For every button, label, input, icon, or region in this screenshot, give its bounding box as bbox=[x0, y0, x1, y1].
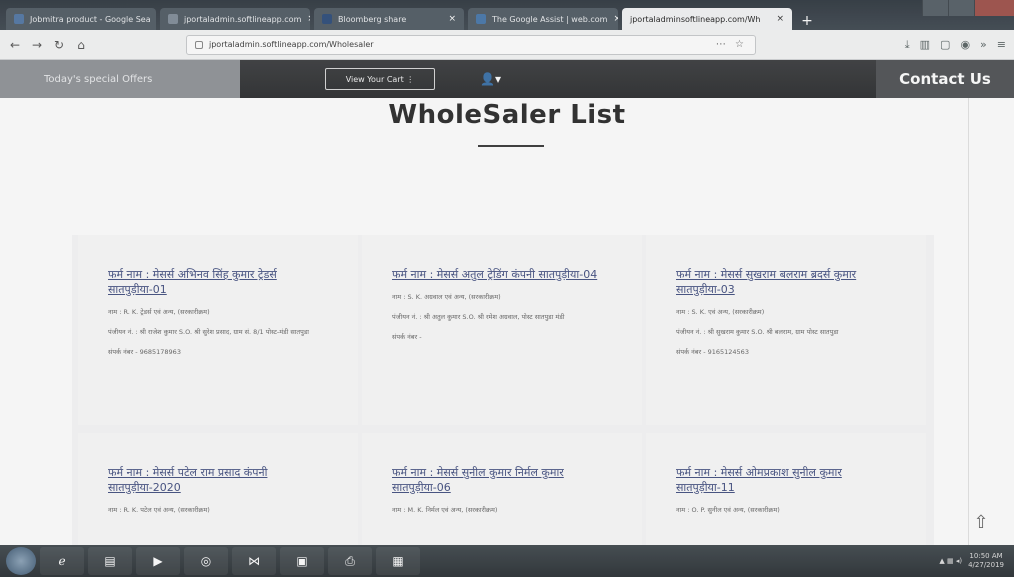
wholesaler-owner: नाम : R. K. ट्रेडर्स एवं अन्य, (सरकारीक्… bbox=[108, 308, 210, 316]
wholesaler-address: पंजीयन नं. : श्री राजेश कुमार S.O. श्री … bbox=[108, 328, 309, 336]
close-window-button[interactable] bbox=[974, 0, 1014, 16]
favicon-icon bbox=[476, 14, 486, 24]
clock-time: 10:50 AM bbox=[969, 552, 1003, 560]
tab-label: Jobmitra product - Google Sea bbox=[30, 14, 151, 24]
acrobat-icon[interactable]: ⎙ bbox=[328, 547, 372, 575]
wholesaler-name-link[interactable]: फर्म नाम : मेसर्स पटेल राम प्रसाद कंपनी … bbox=[108, 465, 328, 495]
wholesaler-card: फर्म नाम : मेसर्स पटेल राम प्रसाद कंपनी … bbox=[78, 433, 358, 545]
wholesaler-address: पंजीयन नं. : श्री अतुल कुमार S.O. श्री र… bbox=[392, 313, 565, 321]
close-tab-icon[interactable]: × bbox=[776, 14, 784, 24]
system-tray: ▲ ▦ ◂) 10:50 AM 4/27/2019 bbox=[939, 552, 1014, 570]
close-tab-icon[interactable]: × bbox=[448, 14, 456, 24]
wholesaler-name-link[interactable]: फर्म नाम : मेसर्स सुनील कुमार निर्मल कुम… bbox=[392, 465, 612, 495]
navigation-bar: ← → ↻ ⌂ jportaladmin.softlineapp.com/Who… bbox=[0, 30, 1014, 60]
scroll-to-top-icon[interactable]: ⇧ bbox=[970, 512, 992, 534]
menu-icon[interactable]: ≡ bbox=[997, 38, 1006, 52]
special-offers-link[interactable]: Today's special Offers bbox=[0, 60, 240, 98]
tab-4[interactable]: The Google Assist | web.com × bbox=[468, 8, 618, 30]
library-icon[interactable]: ▥ bbox=[920, 38, 930, 52]
overflow-icon[interactable]: » bbox=[980, 38, 987, 52]
clock[interactable]: 10:50 AM 4/27/2019 bbox=[968, 552, 1004, 570]
network-icon[interactable]: ▲ ▦ ◂) bbox=[939, 557, 962, 565]
wholesaler-contact: संपर्क नंबर - 9685178963 bbox=[108, 348, 181, 356]
site-header: Today's special Offers View Your Cart ⋮ … bbox=[0, 60, 1014, 98]
browser-window: Jobmitra product - Google Sea × jportala… bbox=[0, 0, 1014, 577]
view-cart-button[interactable]: View Your Cart ⋮ bbox=[325, 68, 435, 90]
maximize-button[interactable] bbox=[948, 0, 974, 16]
clock-date: 4/27/2019 bbox=[968, 561, 1004, 569]
url-text: jportaladmin.softlineapp.com/Wholesaler bbox=[209, 40, 374, 49]
favicon-icon bbox=[322, 14, 332, 24]
tab-label: Bloomberg share bbox=[338, 14, 407, 24]
tab-strip: Jobmitra product - Google Sea × jportala… bbox=[0, 0, 1014, 30]
wholesaler-name-link[interactable]: फर्म नाम : मेसर्स सुखराम बलराम ब्रदर्स क… bbox=[676, 267, 896, 297]
wholesaler-contact: संपर्क नंबर - bbox=[392, 333, 422, 341]
favicon-icon bbox=[168, 14, 178, 24]
tab-label: jportaladmin.softlineapp.com bbox=[184, 14, 302, 24]
extension-icon[interactable]: ◉ bbox=[960, 38, 970, 52]
back-icon[interactable]: ← bbox=[8, 38, 22, 52]
content-divider bbox=[968, 98, 969, 548]
bookmark-star-icon[interactable]: ⋯ ☆ bbox=[716, 39, 747, 50]
forward-icon[interactable]: → bbox=[30, 38, 44, 52]
minimize-button[interactable] bbox=[922, 0, 948, 16]
explorer-icon[interactable]: ▤ bbox=[88, 547, 132, 575]
tab-5-active[interactable]: jportaladminsoftlineapp.com/Wh × bbox=[622, 8, 792, 30]
wholesaler-owner: नाम : M. K. निर्मल एवं अन्य, (सरकारीक्रम… bbox=[392, 506, 498, 514]
reload-icon[interactable]: ↻ bbox=[52, 38, 66, 52]
wholesaler-owner: नाम : S. K. अग्रवाल एवं अन्य, (सरकारीक्र… bbox=[392, 293, 501, 301]
user-icon[interactable]: 👤▾ bbox=[480, 72, 501, 86]
tab-label: jportaladminsoftlineapp.com/Wh bbox=[630, 14, 761, 24]
tab-2[interactable]: jportaladmin.softlineapp.com × bbox=[160, 8, 310, 30]
address-bar[interactable]: jportaladmin.softlineapp.com/Wholesaler … bbox=[186, 34, 756, 55]
page-title: WholeSaler List bbox=[388, 100, 626, 130]
wholesaler-name-link[interactable]: फर्म नाम : मेसर्स अतुल ट्रेडिंग कंपनी सा… bbox=[392, 267, 612, 282]
start-button[interactable] bbox=[6, 547, 36, 575]
contact-us-button[interactable]: Contact Us bbox=[876, 60, 1014, 98]
wholesaler-contact: संपर्क नंबर - 9165124563 bbox=[676, 348, 749, 356]
favicon-icon bbox=[14, 14, 24, 24]
wholesaler-owner: नाम : R. K. पटेल एवं अन्य, (सरकारीक्रम) bbox=[108, 506, 210, 514]
os-taskbar: ℯ ▤ ▶ ◎ ⋈ ▣ ⎙ ▦ ▲ ▦ ◂) 10:50 AM 4/27/201… bbox=[0, 545, 1014, 577]
wholesaler-name-link[interactable]: फर्म नाम : मेसर्स अभिनव सिंह कुमार ट्रेड… bbox=[108, 267, 328, 297]
wholesaler-owner: नाम : O. P. सुनील एवं अन्य, (सरकारीक्रम) bbox=[676, 506, 780, 514]
title-underline bbox=[478, 145, 544, 147]
wholesaler-name-link[interactable]: फर्म नाम : मेसर्स ओमप्रकाश सुनील कुमार स… bbox=[676, 465, 896, 495]
window-controls bbox=[922, 0, 1014, 30]
wholesaler-card: फर्म नाम : मेसर्स ओमप्रकाश सुनील कुमार स… bbox=[646, 433, 926, 545]
visual-studio-icon[interactable]: ⋈ bbox=[232, 547, 276, 575]
wholesaler-card: फर्म नाम : मेसर्स अभिनव सिंह कुमार ट्रेड… bbox=[78, 235, 358, 425]
media-player-icon[interactable]: ▶ bbox=[136, 547, 180, 575]
new-tab-button[interactable]: + bbox=[796, 12, 818, 30]
tab-3[interactable]: Bloomberg share × bbox=[314, 8, 464, 30]
wholesaler-grid: फर्म नाम : मेसर्स अभिनव सिंह कुमार ट्रेड… bbox=[72, 235, 934, 545]
wholesaler-card: फर्म नाम : मेसर्स सुखराम बलराम ब्रदर्स क… bbox=[646, 235, 926, 425]
tab-label: The Google Assist | web.com bbox=[492, 14, 608, 24]
tab-1[interactable]: Jobmitra product - Google Sea × bbox=[6, 8, 156, 30]
wholesaler-card: फर्म नाम : मेसर्स सुनील कुमार निर्मल कुम… bbox=[362, 433, 642, 545]
download-icon[interactable]: ⤓ bbox=[905, 38, 910, 52]
app2-icon[interactable]: ▦ bbox=[376, 547, 420, 575]
lock-icon bbox=[195, 40, 203, 49]
chrome-icon[interactable]: ◎ bbox=[184, 547, 228, 575]
wholesaler-owner: नाम : S. K. एवं अन्य, (सरकारीक्रम) bbox=[676, 308, 765, 316]
toolbar-icons: ⤓ ▥ ▢ ◉ » ≡ bbox=[905, 38, 1006, 52]
ie-icon[interactable]: ℯ bbox=[40, 547, 84, 575]
home-icon[interactable]: ⌂ bbox=[74, 38, 88, 52]
app-icon[interactable]: ▣ bbox=[280, 547, 324, 575]
wholesaler-address: पंजीयन नं. : श्री सुखराम कुमार S.O. श्री… bbox=[676, 328, 839, 336]
sidebar-icon[interactable]: ▢ bbox=[940, 38, 950, 52]
close-tab-icon[interactable]: × bbox=[613, 14, 618, 24]
wholesaler-card: फर्म नाम : मेसर्स अतुल ट्रेडिंग कंपनी सा… bbox=[362, 235, 642, 425]
close-tab-icon[interactable]: × bbox=[307, 14, 310, 24]
